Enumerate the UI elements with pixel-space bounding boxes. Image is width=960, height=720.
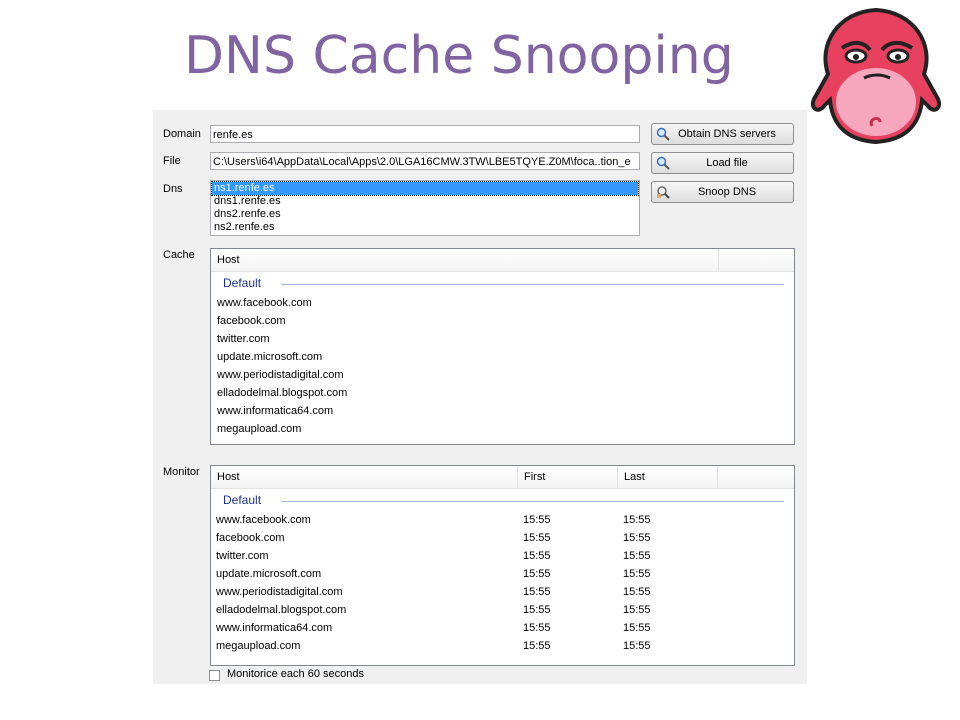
dns-server-list[interactable]: ns1.renfe.es dns1.renfe.es dns2.renfe.es… — [210, 180, 640, 236]
first-cell: 15:55 — [523, 586, 551, 598]
table-row[interactable]: elladodelmal.blogspot.com 15:55 15:55 — [211, 601, 794, 619]
table-row[interactable]: www.periodistadigital.com 15:55 15:55 — [211, 583, 794, 601]
last-cell: 15:55 — [623, 604, 651, 616]
dns-label: Dns — [163, 183, 183, 195]
obtain-dns-servers-label: Obtain DNS servers — [678, 128, 776, 140]
magnifier-icon — [655, 126, 671, 142]
table-row[interactable]: megaupload.com 15:55 15:55 — [211, 637, 794, 655]
domain-input[interactable]: renfe.es — [210, 125, 640, 143]
monitor-list-header: Host First Last — [211, 466, 794, 489]
first-cell: 15:55 — [523, 514, 551, 526]
host-cell: elladodelmal.blogspot.com — [216, 604, 347, 616]
group-header: Default — [211, 272, 794, 294]
last-cell: 15:55 — [623, 568, 651, 580]
host-cell: www.facebook.com — [216, 514, 311, 526]
monitor-label: Monitor — [163, 466, 200, 478]
list-item[interactable]: dns1.renfe.es — [212, 195, 638, 208]
magnifier-icon — [655, 155, 671, 171]
cache-label: Cache — [163, 249, 195, 261]
host-cell: twitter.com — [216, 550, 269, 562]
first-cell: 15:55 — [523, 604, 551, 616]
table-row[interactable]: facebook.com — [211, 312, 794, 330]
table-row[interactable]: megaupload.com — [211, 420, 794, 438]
table-row[interactable]: facebook.com 15:55 15:55 — [211, 529, 794, 547]
group-divider — [281, 284, 784, 285]
list-item[interactable]: ns1.renfe.es — [211, 181, 639, 196]
last-cell: 15:55 — [623, 550, 651, 562]
first-cell: 15:55 — [523, 568, 551, 580]
host-cell: update.microsoft.com — [216, 568, 322, 580]
last-cell: 15:55 — [623, 532, 651, 544]
host-cell: megaupload.com — [216, 640, 301, 652]
group-divider — [281, 501, 784, 502]
table-row[interactable]: twitter.com 15:55 15:55 — [211, 547, 794, 565]
table-row[interactable]: elladodelmal.blogspot.com — [211, 384, 794, 402]
host-cell: megaupload.com — [217, 423, 302, 435]
column-header-host[interactable]: Host — [211, 249, 719, 271]
snoop-dns-button[interactable]: Snoop DNS — [651, 181, 794, 203]
host-cell: www.informatica64.com — [217, 405, 334, 417]
file-label: File — [163, 155, 181, 167]
last-cell: 15:55 — [623, 622, 651, 634]
group-name: Default — [223, 276, 262, 290]
group-header: Default — [211, 489, 794, 511]
table-row[interactable]: twitter.com — [211, 330, 794, 348]
table-row[interactable]: www.facebook.com 15:55 15:55 — [211, 511, 794, 529]
table-row[interactable]: www.informatica64.com 15:55 15:55 — [211, 619, 794, 637]
last-cell: 15:55 — [623, 514, 651, 526]
obtain-dns-servers-button[interactable]: Obtain DNS servers — [651, 123, 794, 145]
cache-list-header: Host — [211, 249, 794, 272]
first-cell: 15:55 — [523, 640, 551, 652]
cache-host-list[interactable]: Host Default www.facebook.com facebook.co… — [210, 248, 795, 445]
host-cell: www.periodistadigital.com — [217, 369, 344, 381]
table-row[interactable]: update.microsoft.com 15:55 15:55 — [211, 565, 794, 583]
slide-title: DNS Cache Snooping — [184, 26, 734, 86]
column-header-last[interactable]: Last — [618, 466, 718, 488]
host-cell: twitter.com — [217, 333, 270, 345]
table-row[interactable]: www.informatica64.com — [211, 402, 794, 420]
table-row[interactable]: www.facebook.com — [211, 294, 794, 312]
pink-monster-mascot-icon — [811, 7, 941, 145]
host-cell: update.microsoft.com — [217, 351, 323, 363]
last-cell: 15:55 — [623, 586, 651, 598]
magnifier-hand-icon — [655, 184, 671, 200]
host-cell: elladodelmal.blogspot.com — [217, 387, 348, 399]
monitorice-checkbox[interactable] — [209, 670, 220, 681]
foca-dns-snoop-window: Domain renfe.es File C:\Users\i64\AppDat… — [153, 110, 807, 684]
group-name: Default — [223, 493, 262, 507]
list-item[interactable]: ns2.renfe.es — [212, 221, 638, 234]
host-cell: www.facebook.com — [217, 297, 312, 309]
host-cell: www.periodistadigital.com — [216, 586, 343, 598]
snoop-dns-label: Snoop DNS — [697, 186, 757, 198]
host-cell: facebook.com — [216, 532, 285, 544]
first-cell: 15:55 — [523, 550, 551, 562]
load-file-label: Load file — [706, 157, 748, 169]
host-cell: facebook.com — [217, 315, 286, 327]
table-row[interactable]: update.microsoft.com — [211, 348, 794, 366]
last-cell: 15:55 — [623, 640, 651, 652]
list-item[interactable]: dns2.renfe.es — [212, 208, 638, 221]
load-file-button[interactable]: Load file — [651, 152, 794, 174]
column-header-host[interactable]: Host — [211, 466, 518, 488]
column-header-first[interactable]: First — [518, 466, 618, 488]
table-row[interactable]: www.periodistadigital.com — [211, 366, 794, 384]
first-cell: 15:55 — [523, 532, 551, 544]
file-path-input[interactable]: C:\Users\i64\AppData\Local\Apps\2.0\LGA1… — [210, 152, 640, 170]
first-cell: 15:55 — [523, 622, 551, 634]
domain-label: Domain — [163, 128, 201, 140]
monitor-host-list[interactable]: Host First Last Default www.facebook.com… — [210, 465, 795, 666]
monitorice-label: Monitorice each 60 seconds — [227, 668, 364, 680]
host-cell: www.informatica64.com — [216, 622, 333, 634]
